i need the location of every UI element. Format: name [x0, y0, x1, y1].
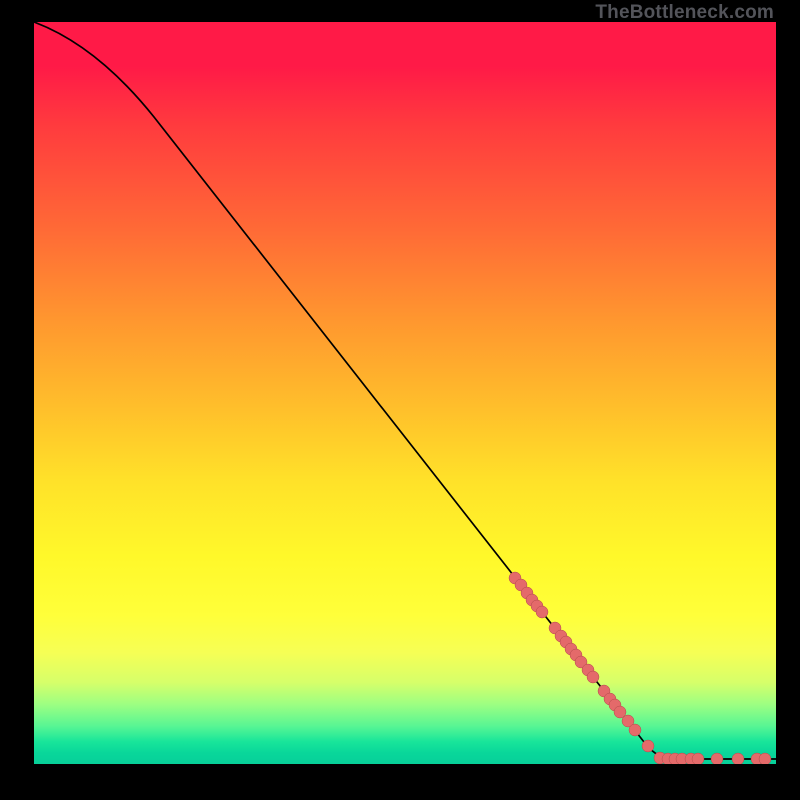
data-marker — [629, 724, 641, 736]
data-marker — [692, 753, 704, 764]
data-marker — [732, 753, 744, 764]
chart-markers — [509, 572, 771, 764]
data-marker — [711, 753, 723, 764]
chart-line — [34, 22, 776, 759]
data-marker — [642, 740, 654, 752]
chart-stage: TheBottleneck.com — [0, 0, 800, 800]
plot-area — [34, 22, 776, 764]
chart-svg — [34, 22, 776, 764]
data-marker — [759, 753, 771, 764]
brand-watermark: TheBottleneck.com — [595, 2, 774, 24]
data-marker — [536, 606, 548, 618]
data-marker — [587, 671, 599, 683]
